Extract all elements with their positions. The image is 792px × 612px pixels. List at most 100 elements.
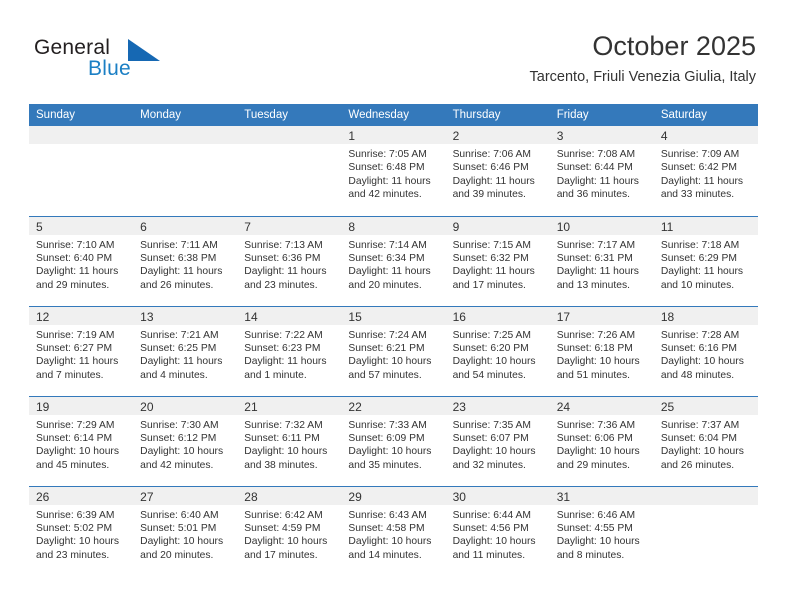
calendar-day-cell[interactable]: 27 Sunrise: 6:40 AM Sunset: 5:01 PM Dayligh…: [133, 485, 238, 576]
calendar-day-cell[interactable]: 15 Sunrise: 7:24 AM Sunset: 6:21 PM Dayligh…: [341, 305, 446, 396]
sunrise-text: Sunrise: 7:18 AM: [660, 239, 740, 251]
calendar-day-cell[interactable]: 8 Sunrise: 7:14 AM Sunset: 6:34 PM Daylight…: [341, 215, 446, 306]
calendar-day-cell[interactable]: 1 Sunrise: 7:05 AM Sunset: 6:48 PM Daylight…: [341, 126, 446, 216]
day-details: Sunrise: 7:13 AM Sunset: 6:36 PM Daylight:…: [237, 235, 341, 293]
day-number: [237, 126, 342, 144]
weekday-header-tuesday: Tuesday: [237, 104, 342, 126]
sunrise-text: Sunrise: 7:09 AM: [660, 149, 740, 160]
sunset-text: Sunset: 4:56 PM: [452, 522, 529, 534]
sunrise-text: Sunrise: 7:13 AM: [244, 239, 323, 251]
calendar-week-row: 1 Sunrise: 7:05 AM Sunset: 6:48 PM Daylight…: [29, 126, 758, 216]
sunrise-text: Sunrise: 6:42 AM: [244, 509, 323, 521]
calendar-day-cell[interactable]: 13 Sunrise: 7:21 AM Sunset: 6:25 PM Dayligh…: [133, 305, 238, 396]
sunset-text: Sunset: 6:38 PM: [140, 252, 217, 264]
daylight-text-line2: and 1 minute.: [244, 369, 307, 381]
brand-logo[interactable]: General Blue: [34, 36, 214, 88]
daylight-text-line2: and 38 minutes.: [244, 459, 318, 471]
sunrise-text: Sunrise: 7:33 AM: [348, 419, 427, 431]
day-number: 20: [133, 396, 238, 415]
calendar-day-cell[interactable]: 5 Sunrise: 7:10 AM Sunset: 6:40 PM Daylight…: [29, 215, 134, 306]
day-details: Sunrise: 7:08 AM Sunset: 6:44 PM Daylight:…: [550, 144, 654, 202]
day-number: 3: [549, 126, 654, 144]
calendar-day-cell[interactable]: 23 Sunrise: 7:35 AM Sunset: 6:07 PM Dayligh…: [445, 395, 550, 486]
calendar-day-cell[interactable]: 3 Sunrise: 7:08 AM Sunset: 6:44 PM Daylight…: [549, 126, 654, 216]
calendar-day-cell[interactable]: 24 Sunrise: 7:36 AM Sunset: 6:06 PM Dayligh…: [549, 395, 654, 486]
day-number: 22: [341, 396, 446, 415]
weekday-header-saturday: Saturday: [653, 104, 758, 126]
sunrise-text: Sunrise: 7:21 AM: [140, 329, 219, 341]
calendar-day-cell[interactable]: 16 Sunrise: 7:25 AM Sunset: 6:20 PM Dayligh…: [445, 305, 550, 396]
day-details: Sunrise: 7:35 AM Sunset: 6:07 PM Daylight:…: [446, 415, 550, 473]
day-details: Sunrise: 7:22 AM Sunset: 6:23 PM Daylight:…: [237, 325, 341, 383]
day-number: 6: [133, 216, 238, 235]
day-number: 13: [133, 306, 238, 325]
sunrise-text: Sunrise: 7:22 AM: [244, 329, 323, 341]
sunrise-text: Sunrise: 7:06 AM: [452, 149, 531, 160]
title-block: October 2025 Tarcento, Friuli Venezia Gi…: [530, 30, 756, 86]
daylight-text-line2: and 29 minutes.: [36, 279, 110, 291]
day-details: Sunrise: 7:19 AM Sunset: 6:27 PM Daylight:…: [29, 325, 133, 383]
calendar-day-cell[interactable]: 17 Sunrise: 7:26 AM Sunset: 6:18 PM Dayligh…: [549, 305, 654, 396]
calendar-day-cell[interactable]: 19 Sunrise: 7:29 AM Sunset: 6:14 PM Dayligh…: [29, 395, 134, 486]
daylight-text-line2: and 20 minutes.: [140, 549, 214, 561]
calendar-day-cell[interactable]: 10 Sunrise: 7:17 AM Sunset: 6:31 PM Dayligh…: [549, 215, 654, 306]
calendar-day-cell[interactable]: 14 Sunrise: 7:22 AM Sunset: 6:23 PM Dayligh…: [237, 305, 342, 396]
day-number: 30: [445, 486, 550, 505]
weekday-header-thursday: Thursday: [445, 104, 550, 126]
sunrise-sunset-calendar: Sunday Monday Tuesday Wednesday Thursday…: [29, 104, 758, 576]
calendar-day-cell[interactable]: 31 Sunrise: 6:46 AM Sunset: 4:55 PM Dayligh…: [549, 485, 654, 576]
day-details: Sunrise: 7:15 AM Sunset: 6:32 PM Daylight:…: [446, 235, 550, 293]
daylight-text-line2: and 42 minutes.: [348, 189, 422, 201]
calendar-day-cell[interactable]: 6 Sunrise: 7:11 AM Sunset: 6:38 PM Daylight…: [133, 215, 238, 306]
daylight-text-line1: Daylight: 11 hours: [348, 266, 431, 278]
day-number: 9: [445, 216, 550, 235]
day-details: Sunrise: 7:25 AM Sunset: 6:20 PM Daylight:…: [446, 325, 550, 383]
sunrise-text: Sunrise: 6:44 AM: [452, 509, 531, 521]
daylight-text-line1: Daylight: 10 hours: [36, 536, 119, 548]
calendar-day-cell[interactable]: 30 Sunrise: 6:44 AM Sunset: 4:56 PM Dayligh…: [445, 485, 550, 576]
calendar-day-cell[interactable]: 7 Sunrise: 7:13 AM Sunset: 6:36 PM Daylight…: [237, 215, 342, 306]
sunset-text: Sunset: 6:20 PM: [452, 342, 529, 354]
calendar-day-cell[interactable]: 9 Sunrise: 7:15 AM Sunset: 6:32 PM Daylight…: [445, 215, 550, 306]
sunset-text: Sunset: 6:21 PM: [348, 342, 425, 354]
sunset-text: Sunset: 6:18 PM: [556, 342, 633, 354]
calendar-day-cell[interactable]: 4 Sunrise: 7:09 AM Sunset: 6:42 PM Daylight…: [653, 126, 758, 216]
location-subtitle: Tarcento, Friuli Venezia Giulia, Italy: [529, 69, 756, 85]
daylight-text-line2: and 8 minutes.: [556, 549, 625, 561]
daylight-text-line1: Daylight: 10 hours: [556, 356, 640, 368]
calendar-day-cell[interactable]: 2 Sunrise: 7:06 AM Sunset: 6:46 PM Daylight…: [445, 126, 550, 216]
day-number: 11: [653, 216, 758, 235]
day-details: Sunrise: 7:28 AM Sunset: 6:16 PM Daylight:…: [654, 325, 758, 383]
day-details: Sunrise: 7:33 AM Sunset: 6:09 PM Daylight:…: [341, 415, 445, 473]
calendar-day-cell[interactable]: 18 Sunrise: 7:28 AM Sunset: 6:16 PM Dayligh…: [653, 305, 758, 396]
calendar-day-cell[interactable]: 20 Sunrise: 7:30 AM Sunset: 6:12 PM Dayligh…: [133, 395, 238, 486]
daylight-text-line1: Daylight: 10 hours: [140, 536, 224, 548]
sunset-text: Sunset: 6:44 PM: [556, 162, 633, 174]
calendar-day-cell[interactable]: 12 Sunrise: 7:19 AM Sunset: 6:27 PM Dayligh…: [29, 305, 134, 396]
calendar-day-cell[interactable]: 26 Sunrise: 6:39 AM Sunset: 5:02 PM Dayligh…: [29, 485, 134, 576]
sunset-text: Sunset: 6:23 PM: [244, 342, 321, 354]
calendar-day-cell[interactable]: 29 Sunrise: 6:43 AM Sunset: 4:58 PM Dayligh…: [341, 485, 446, 576]
day-number: 15: [341, 306, 446, 325]
day-details: Sunrise: 7:29 AM Sunset: 6:14 PM Daylight:…: [29, 415, 133, 473]
daylight-text-line2: and 13 minutes.: [556, 279, 630, 291]
calendar-day-cell[interactable]: 28 Sunrise: 6:42 AM Sunset: 4:59 PM Dayligh…: [237, 485, 342, 576]
sunset-text: Sunset: 6:14 PM: [36, 432, 113, 444]
sunset-text: Sunset: 6:34 PM: [348, 252, 425, 264]
day-details: Sunrise: 7:37 AM Sunset: 6:04 PM Daylight:…: [654, 415, 758, 473]
daylight-text-line1: Daylight: 10 hours: [140, 446, 224, 458]
sunset-text: Sunset: 6:12 PM: [140, 432, 217, 444]
sunrise-text: Sunrise: 7:28 AM: [660, 329, 740, 341]
day-details: Sunrise: 7:18 AM Sunset: 6:29 PM Daylight:…: [654, 235, 758, 293]
sunset-text: Sunset: 6:11 PM: [244, 432, 320, 444]
calendar-day-cell[interactable]: 21 Sunrise: 7:32 AM Sunset: 6:11 PM Dayligh…: [237, 395, 342, 486]
calendar-day-cell[interactable]: 11 Sunrise: 7:18 AM Sunset: 6:29 PM Dayligh…: [653, 215, 758, 306]
calendar-day-cell[interactable]: 25 Sunrise: 7:37 AM Sunset: 6:04 PM Dayligh…: [653, 395, 758, 486]
day-number: 14: [237, 306, 342, 325]
calendar-day-cell[interactable]: 22 Sunrise: 7:33 AM Sunset: 6:09 PM Dayligh…: [341, 395, 446, 486]
day-details: Sunrise: 7:17 AM Sunset: 6:31 PM Daylight:…: [550, 235, 654, 293]
sunrise-text: Sunrise: 7:30 AM: [140, 419, 219, 431]
daylight-text-line1: Daylight: 11 hours: [452, 266, 535, 278]
daylight-text-line1: Daylight: 10 hours: [452, 536, 536, 548]
sunset-text: Sunset: 6:42 PM: [660, 162, 737, 174]
